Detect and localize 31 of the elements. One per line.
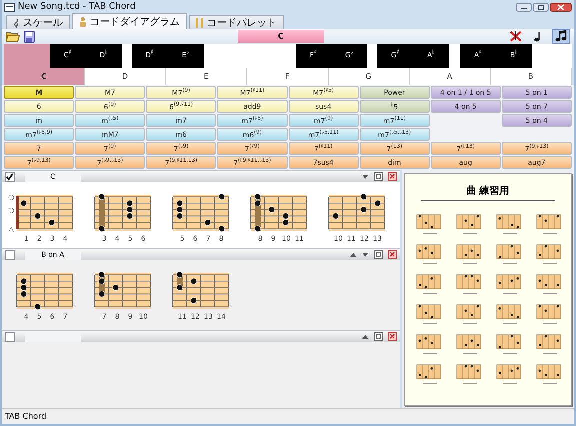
person-icon <box>79 16 87 26</box>
chord-name-label: C <box>238 30 324 43</box>
status-text: TAB Chord <box>2 408 574 424</box>
sheet-title: 曲 練習用 <box>421 184 555 201</box>
bars-icon <box>196 18 204 28</box>
checkbox[interactable] <box>5 172 15 182</box>
window-title: New Song.tcd - TAB Chord <box>18 2 137 12</box>
notes-icon[interactable] <box>552 29 570 44</box>
close-icon[interactable] <box>388 172 397 181</box>
tab[interactable]: スケール <box>6 15 70 29</box>
down-arrow-icon[interactable] <box>362 174 369 180</box>
folder-icon[interactable] <box>6 31 20 42</box>
save-icon[interactable] <box>24 30 35 42</box>
checkbox[interactable] <box>5 250 15 260</box>
restore-icon[interactable] <box>374 332 383 341</box>
restore-icon[interactable] <box>374 250 383 259</box>
checkbox[interactable] <box>5 332 15 342</box>
mute-icon[interactable] <box>508 30 524 43</box>
down-arrow-icon[interactable] <box>362 252 369 258</box>
close-icon[interactable] <box>388 332 397 341</box>
up-arrow-icon[interactable] <box>362 334 369 340</box>
close-button[interactable] <box>550 2 572 12</box>
up-arrow-icon[interactable] <box>350 252 357 258</box>
app-icon <box>4 2 15 12</box>
minimize-button[interactable] <box>516 2 532 12</box>
restore-icon[interactable] <box>374 172 383 181</box>
clef-icon <box>13 18 20 28</box>
tab[interactable]: コードダイアグラム <box>72 13 187 29</box>
tab[interactable]: コードパレット <box>189 15 284 29</box>
close-icon[interactable] <box>388 250 397 259</box>
maximize-button[interactable] <box>533 2 549 12</box>
